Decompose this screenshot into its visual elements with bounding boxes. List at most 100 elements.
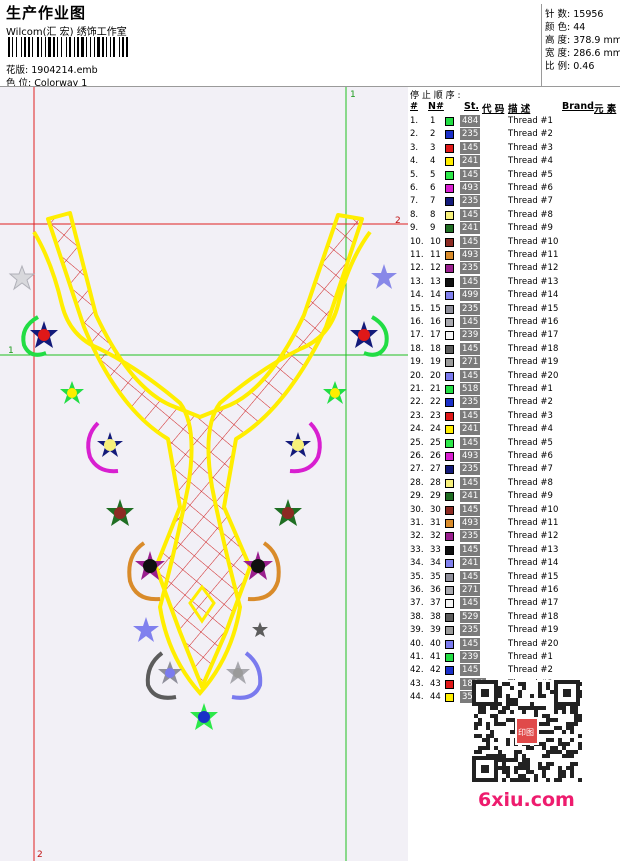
thread-swatch: [445, 653, 454, 662]
page-title: 生产作业图: [6, 4, 87, 22]
thread-description: Thread #17: [508, 598, 559, 609]
thread-index: 22: [430, 397, 441, 408]
thread-seq: 40.: [410, 638, 424, 649]
thread-swatch: [445, 519, 454, 528]
design-canvas: 1 2 2 1: [0, 86, 409, 861]
thread-index: 40: [430, 638, 441, 649]
thread-row: 4. 4 241 Thread #4: [408, 155, 620, 168]
thread-seq: 22.: [410, 397, 424, 408]
thread-row: 34. 34 241 Thread #14: [408, 557, 620, 570]
thread-swatch: [445, 170, 454, 180]
thread-seq: 26.: [410, 451, 424, 461]
thread-swatch: [445, 612, 454, 622]
thread-swatch: [445, 505, 454, 515]
thread-index: 8: [430, 209, 436, 220]
thread-seq: 38.: [410, 611, 424, 622]
thread-swatch: [445, 666, 454, 676]
thread-stitches: 145: [460, 316, 481, 328]
thread-description: Thread #6: [508, 183, 553, 193]
thread-description: Thread #8: [508, 209, 553, 220]
thread-row: 41. 41 239 Thread #1: [408, 651, 620, 664]
thread-stitches: 145: [460, 208, 481, 221]
thread-index: 5: [430, 169, 436, 180]
thread-seq: 15.: [410, 303, 424, 314]
thread-stitches: 241: [460, 423, 481, 436]
col-n: N#: [428, 101, 444, 112]
thread-row: 2. 2 235 Thread #2: [408, 128, 620, 141]
thread-stitches: 493: [460, 450, 481, 462]
thread-description: Thread #20: [508, 370, 559, 381]
thread-swatch: [445, 599, 454, 609]
thread-index: 6: [430, 183, 436, 193]
thread-swatch: [445, 693, 454, 703]
thread-swatch: [445, 626, 454, 636]
thread-row: 19. 19 271 Thread #19: [408, 356, 620, 369]
thread-swatch: [445, 277, 454, 287]
thread-stitches: 145: [460, 141, 481, 154]
thread-stitches: 145: [460, 369, 481, 382]
thread-swatch: [445, 331, 454, 341]
thread-swatch: [445, 438, 454, 448]
thread-description: Thread #11: [508, 250, 559, 260]
thread-swatch: [445, 344, 454, 354]
thread-description: Thread #5: [508, 437, 553, 448]
thread-row: 15. 15 235 Thread #15: [408, 302, 620, 316]
thread-seq: 8.: [410, 209, 419, 220]
thread-swatch: [445, 425, 454, 435]
thread-index: 38: [430, 611, 441, 622]
thread-stitches: 145: [460, 664, 481, 677]
thread-stitches: 235: [460, 463, 481, 476]
thread-swatch: [445, 478, 454, 488]
col-brand: Brand: [562, 101, 594, 112]
thread-index: 18: [430, 343, 441, 354]
thread-swatch: [445, 210, 454, 220]
thread-stitches: 271: [460, 584, 481, 596]
thread-description: Thread #7: [508, 464, 553, 475]
thread-row: 22. 22 235 Thread #2: [408, 396, 620, 409]
thread-index: 29: [430, 491, 441, 502]
thread-swatch: [445, 411, 454, 421]
thread-swatch: [445, 291, 454, 301]
thread-swatch: [445, 398, 454, 408]
thread-description: Thread #9: [508, 223, 553, 234]
thread-description: Thread #10: [508, 236, 559, 247]
thread-index: 34: [430, 558, 441, 569]
thread-swatch: [445, 371, 454, 381]
thread-index: 23: [430, 410, 441, 421]
thread-index: 30: [430, 504, 441, 515]
thread-swatch: [445, 157, 454, 167]
thread-seq: 23.: [410, 410, 424, 421]
thread-row: 6. 6 493 Thread #6: [408, 182, 620, 195]
company-name: Wilcom(汇 宏) 绣饰工作室: [6, 27, 127, 38]
thread-seq: 39.: [410, 625, 424, 636]
thread-swatch: [445, 251, 454, 260]
thread-row: 35. 35 145 Thread #15: [408, 570, 620, 584]
thread-row: 9. 9 241 Thread #9: [408, 222, 620, 235]
thread-stitches: 145: [460, 476, 481, 489]
col-code: 代 码: [482, 104, 505, 115]
thread-row: 26. 26 493 Thread #6: [408, 450, 620, 463]
thread-swatch: [445, 224, 454, 234]
thread-row: 33. 33 145 Thread #13: [408, 543, 620, 557]
guide-v2-label: 2: [37, 850, 43, 860]
thread-description: Thread #20: [508, 638, 559, 649]
thread-seq: 12.: [410, 263, 424, 274]
thread-description: Thread #2: [508, 665, 553, 676]
thread-swatch: [445, 559, 454, 569]
thread-swatch: [445, 264, 454, 274]
thread-row: 39. 39 235 Thread #19: [408, 624, 620, 637]
thread-row: 11. 11 493 Thread #11: [408, 249, 620, 262]
thread-swatch: [445, 545, 454, 555]
thread-description: Thread #1: [508, 116, 553, 126]
thread-stitches: 145: [460, 409, 481, 422]
thread-index: 27: [430, 464, 441, 475]
thread-row: 25. 25 145 Thread #5: [408, 436, 620, 450]
thread-description: Thread #14: [508, 290, 559, 301]
stat-scale: 比 例: 0.46: [545, 61, 595, 72]
stop-sequence-header: 停 止 顺 序 :: [410, 91, 461, 101]
thread-seq: 24.: [410, 424, 424, 435]
thread-row: 16. 16 145 Thread #16: [408, 316, 620, 329]
thread-seq: 2.: [410, 129, 419, 140]
thread-row: 29. 29 241 Thread #9: [408, 490, 620, 503]
thread-seq: 37.: [410, 598, 424, 609]
